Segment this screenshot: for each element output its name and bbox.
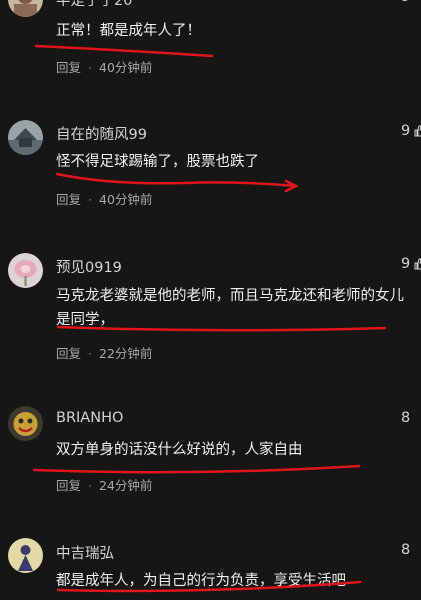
annotation-underline xyxy=(34,44,214,58)
avatar-image xyxy=(8,253,43,288)
like-count[interactable]: 9 xyxy=(401,123,421,139)
comment-time: 24分钟前 xyxy=(99,478,153,493)
username[interactable]: 中吉瑞弘 xyxy=(56,542,114,563)
like-count[interactable]: 8 xyxy=(401,410,410,426)
avatar[interactable] xyxy=(8,406,43,441)
comment-text-line: 都是成年人，为自己的行为负责，享受生活吧 xyxy=(56,573,346,589)
comment-time: 40分钟前 xyxy=(99,192,153,207)
comment-text: 怪不得足球踢输了，股票也跌了 xyxy=(56,150,259,174)
comment-text-line: 马克龙老婆就是他的老师，而且马克龙还和老师的女儿 xyxy=(56,288,404,304)
annotation-underline xyxy=(32,464,361,474)
like-count-value: 9 xyxy=(401,123,411,139)
comment-meta: 回复 · 22分钟前 xyxy=(56,343,152,362)
comment-meta: 回复 · 40分钟前 xyxy=(56,57,152,76)
comment-text: 双方单身的话没什么好说的，人家自由 xyxy=(56,438,303,462)
meta-separator: · xyxy=(88,192,92,207)
like-count[interactable]: 8 xyxy=(401,542,410,558)
annotation-underline xyxy=(55,172,298,188)
username[interactable]: 自在的随风99 xyxy=(56,123,147,144)
comment-meta: 回复 · 24分钟前 xyxy=(56,475,152,494)
comment-text-line: 正常！都是成年人了！ xyxy=(56,23,201,39)
like-icon xyxy=(413,258,421,270)
comment-time: 22分钟前 xyxy=(99,346,153,361)
avatar[interactable] xyxy=(8,120,43,155)
like-count-value: 8 xyxy=(401,542,411,558)
avatar-image xyxy=(8,538,43,573)
reply-button[interactable]: 回复 xyxy=(56,192,81,207)
username[interactable]: BRIANHO xyxy=(56,410,123,426)
meta-separator: · xyxy=(88,60,92,75)
avatar-image xyxy=(8,406,43,441)
avatar-image xyxy=(8,0,43,17)
avatar[interactable] xyxy=(8,0,43,17)
comment-text: 都是成年人，为自己的行为负责，享受生活吧 xyxy=(56,569,346,593)
annotation-arrow xyxy=(284,179,299,193)
avatar[interactable] xyxy=(8,538,43,573)
like-count[interactable]: 9 xyxy=(401,0,410,5)
meta-separator: · xyxy=(88,346,92,361)
comment-text: 正常！都是成年人了！ xyxy=(56,19,201,43)
avatar[interactable] xyxy=(8,253,43,288)
username[interactable]: 半是了了20 xyxy=(56,0,132,10)
comment-text: 马克龙老婆就是他的老师，而且马克龙还和老师的女儿 是同学， xyxy=(56,284,404,332)
like-count-value: 8 xyxy=(401,410,411,426)
meta-separator: · xyxy=(88,478,92,493)
comment-text-line: 是同学， xyxy=(56,312,114,328)
comment-meta: 回复 · 40分钟前 xyxy=(56,189,152,208)
avatar-image xyxy=(8,120,43,155)
like-count-value: 9 xyxy=(401,0,410,5)
like-count-value: 9 xyxy=(401,256,411,272)
reply-button[interactable]: 回复 xyxy=(56,478,81,493)
comment-time: 40分钟前 xyxy=(99,60,153,75)
comment-text-line: 双方单身的话没什么好说的，人家自由 xyxy=(56,442,303,458)
like-count[interactable]: 9 xyxy=(401,256,421,272)
username[interactable]: 预见0919 xyxy=(56,256,122,277)
reply-button[interactable]: 回复 xyxy=(56,346,81,361)
reply-button[interactable]: 回复 xyxy=(56,60,81,75)
comment-text-line: 怪不得足球踢输了，股票也跌了 xyxy=(56,154,259,170)
like-icon xyxy=(413,125,421,137)
comment-feed: 半是了了20 9 正常！都是成年人了！ 回复 · 40分钟前 自在的随风99 9 xyxy=(0,0,421,600)
